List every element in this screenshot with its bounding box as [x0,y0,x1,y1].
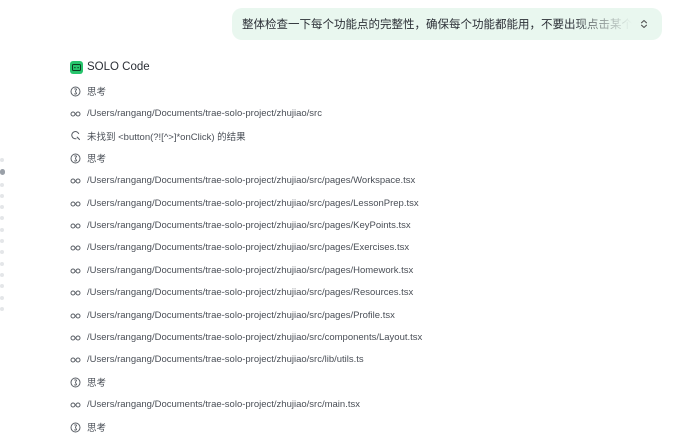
scroll-rail-marker[interactable] [0,182,4,187]
thinking-icon [70,153,81,164]
agent-step-item[interactable]: /Users/rangang/Documents/trae-solo-proje… [70,304,630,326]
agent-step-item[interactable]: /Users/rangang/Documents/trae-solo-proje… [70,170,630,192]
agent-step-list: 思考/Users/rangang/Documents/trae-solo-pro… [70,80,630,438]
agent-step-item[interactable]: /Users/rangang/Documents/trae-solo-proje… [70,214,630,236]
agent-step-item[interactable]: /Users/rangang/Documents/trae-solo-proje… [70,282,630,304]
view-file-icon [70,108,81,119]
scroll-rail-marker[interactable] [0,205,4,210]
view-file-icon [70,399,81,410]
scroll-rail-marker[interactable] [0,272,4,277]
agent-step-item[interactable]: /Users/rangang/Documents/trae-solo-proje… [70,237,630,259]
agent-step-text: /Users/rangang/Documents/trae-solo-proje… [87,242,410,254]
agent-step-text: /Users/rangang/Documents/trae-solo-proje… [87,197,419,209]
view-file-icon [70,198,81,209]
agent-step-item[interactable]: 思考 [70,147,630,169]
agent-step-item[interactable]: /Users/rangang/Documents/trae-solo-proje… [70,102,630,124]
agent-step-text: 思考 [87,423,107,435]
agent-name: SOLO Code [87,61,150,73]
agent-step-text: /Users/rangang/Documents/trae-solo-proje… [87,220,411,232]
scroll-rail-marker[interactable] [0,158,4,162]
scroll-rail-marker[interactable] [0,250,4,255]
agent-step-text: /Users/rangang/Documents/trae-solo-proje… [87,331,423,343]
agent-step-text: /Users/rangang/Documents/trae-solo-proje… [87,399,360,411]
agent-step-item[interactable]: /Users/rangang/Documents/trae-solo-proje… [70,349,630,371]
agent-step-text: 思考 [87,87,107,99]
scroll-rail-marker[interactable] [0,227,4,232]
user-message-bubble[interactable]: 整体检查一下每个功能点的完整性，确保每个功能都能用，不要出现点击某个功能没反应的… [232,8,662,40]
agent-step-text: 未找到 <button(?![^>]*onClick) 的结果 [87,131,246,143]
agent-step-text: /Users/rangang/Documents/trae-solo-proje… [87,309,395,321]
agent-step-item[interactable]: /Users/rangang/Documents/trae-solo-proje… [70,192,630,214]
scroll-rail-marker[interactable] [0,306,4,311]
agent-step-text: /Users/rangang/Documents/trae-solo-proje… [87,264,414,276]
view-file-icon [70,265,81,276]
agent-step-text: /Users/rangang/Documents/trae-solo-proje… [87,175,416,187]
agent-step-item[interactable]: 思考 [70,80,630,102]
scroll-rail-marker[interactable] [0,193,4,198]
agent-step-text: /Users/rangang/Documents/trae-solo-proje… [87,108,322,120]
scroll-rail-marker[interactable] [0,295,4,300]
agent-step-text: 思考 [87,154,107,166]
scroll-rail-marker[interactable] [0,239,4,244]
agent-step-text: /Users/rangang/Documents/trae-solo-proje… [87,354,364,366]
view-file-icon [70,310,81,321]
solo-code-logo-icon [70,60,83,74]
scroll-rail[interactable] [0,158,6,318]
search-icon [70,130,81,141]
thinking-icon [70,422,81,433]
view-file-icon [70,354,81,365]
scroll-rail-marker[interactable] [0,169,5,176]
agent-step-text: /Users/rangang/Documents/trae-solo-proje… [87,287,414,299]
view-file-icon [70,332,81,343]
agent-step-item[interactable]: /Users/rangang/Documents/trae-solo-proje… [70,259,630,281]
scroll-rail-marker[interactable] [0,216,4,221]
agent-step-text: 思考 [87,378,107,390]
agent-step-item[interactable]: /Users/rangang/Documents/trae-solo-proje… [70,393,630,415]
agent-step-item[interactable]: /Users/rangang/Documents/trae-solo-proje… [70,326,630,348]
expand-collapse-icon[interactable] [638,18,650,30]
agent-step-item[interactable]: 未找到 <button(?![^>]*onClick) 的结果 [70,125,630,147]
view-file-icon [70,287,81,298]
view-file-icon [70,242,81,253]
user-message-text: 整体检查一下每个功能点的完整性，确保每个功能都能用，不要出现点击某个功能没反应的… [242,19,632,31]
scroll-rail-marker[interactable] [0,261,4,266]
agent-step-item[interactable]: 思考 [70,371,630,393]
scroll-rail-marker[interactable] [0,284,4,289]
thinking-icon [70,377,81,388]
agent-header: SOLO Code [70,59,150,75]
thinking-icon [70,86,81,97]
view-file-icon [70,220,81,231]
view-file-icon [70,175,81,186]
